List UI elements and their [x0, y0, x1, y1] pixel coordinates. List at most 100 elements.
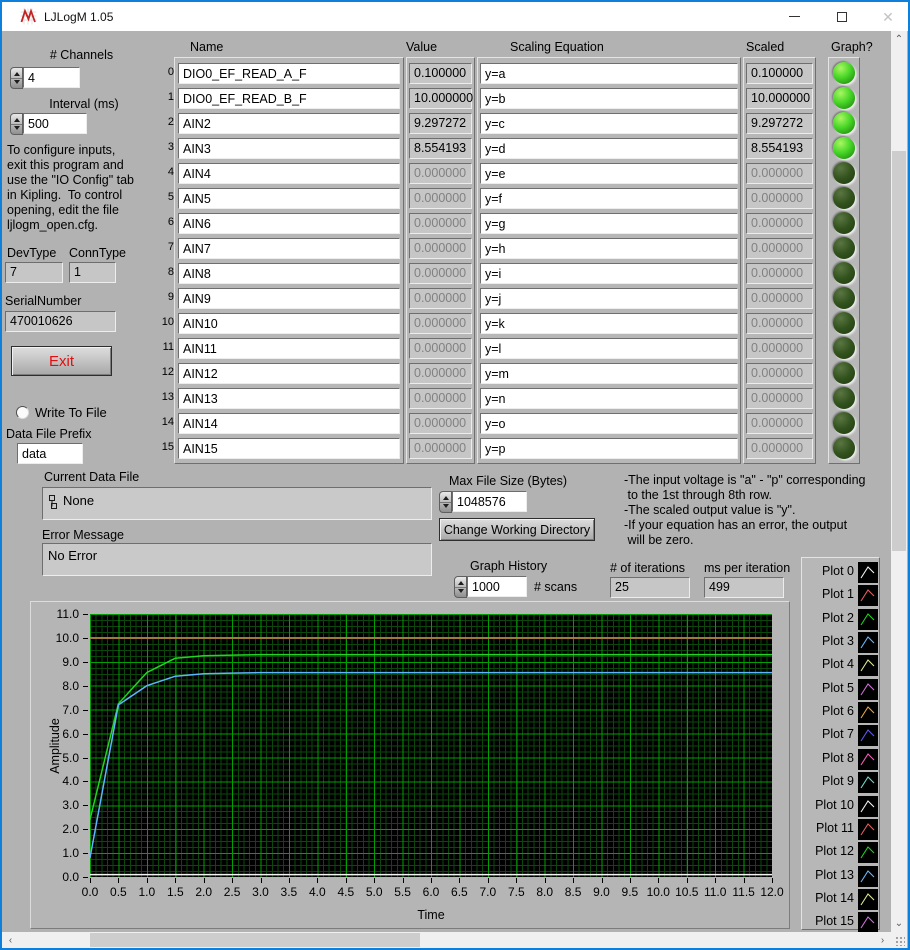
legend-item[interactable]: Plot 9 — [802, 772, 881, 794]
legend-item[interactable]: Plot 10 — [802, 796, 881, 818]
scaling-equation-input[interactable] — [480, 413, 738, 434]
channel-name-input[interactable] — [178, 288, 400, 309]
scroll-down-arrow[interactable]: ⌄ — [891, 915, 907, 932]
scaling-equation-input[interactable] — [480, 63, 738, 84]
scaling-equation-input[interactable] — [480, 163, 738, 184]
scaling-equation-input[interactable] — [480, 113, 738, 134]
scaling-equation-input[interactable] — [480, 138, 738, 159]
graph-led[interactable] — [833, 287, 855, 309]
value-field: 8.554193 — [409, 138, 472, 159]
max-file-size-spinner[interactable] — [439, 491, 452, 513]
graph-led[interactable] — [833, 262, 855, 284]
scaling-equation-input[interactable] — [480, 363, 738, 384]
channel-name-input[interactable] — [178, 313, 400, 334]
y-tick-label: 4.0 — [35, 774, 79, 788]
horizontal-scrollbar[interactable]: ‹ › — [2, 932, 891, 948]
scaling-equation-input[interactable] — [480, 338, 738, 359]
channel-name-input[interactable] — [178, 88, 400, 109]
change-working-directory-button[interactable]: Change Working Directory — [439, 518, 595, 541]
scaling-equation-input[interactable] — [480, 313, 738, 334]
channel-name-input[interactable] — [178, 138, 400, 159]
channel-name-input[interactable] — [178, 63, 400, 84]
x-tick-mark — [744, 878, 745, 883]
legend-item[interactable]: Plot 1 — [802, 585, 881, 607]
graph-led[interactable] — [833, 437, 855, 459]
graph-led[interactable] — [833, 312, 855, 334]
graph-led[interactable] — [833, 387, 855, 409]
legend-item[interactable]: Plot 4 — [802, 655, 881, 677]
graph-led[interactable] — [833, 162, 855, 184]
graph-led[interactable] — [833, 137, 855, 159]
plot-line-plot-3 — [90, 673, 772, 858]
legend-item[interactable]: Plot 13 — [802, 866, 881, 888]
graph-led[interactable] — [833, 337, 855, 359]
legend-item[interactable]: Plot 7 — [802, 725, 881, 747]
legend-item[interactable]: Plot 15 — [802, 912, 881, 934]
graph-led[interactable] — [833, 187, 855, 209]
legend-item[interactable]: Plot 3 — [802, 632, 881, 654]
vertical-scrollbar-thumb[interactable] — [892, 151, 906, 551]
devtype-field[interactable]: 7 — [5, 262, 63, 283]
conntype-field[interactable]: 1 — [69, 262, 116, 283]
interval-spinner[interactable] — [10, 113, 23, 135]
legend-item[interactable]: Plot 11 — [802, 819, 881, 841]
scaling-equation-input[interactable] — [480, 238, 738, 259]
graph-led[interactable] — [833, 237, 855, 259]
legend-item[interactable]: Plot 2 — [802, 609, 881, 631]
channel-name-input[interactable] — [178, 338, 400, 359]
exit-button[interactable]: Exit — [11, 346, 112, 376]
vertical-scrollbar[interactable]: ⌃ ⌄ — [891, 31, 907, 932]
channels-input[interactable] — [23, 67, 80, 88]
graph-history-label: Graph History — [470, 559, 547, 573]
legend-item-label: Plot 9 — [804, 774, 854, 788]
scaling-equation-input[interactable] — [480, 88, 738, 109]
channel-name-input[interactable] — [178, 113, 400, 134]
graph-led[interactable] — [833, 62, 855, 84]
interval-input[interactable] — [23, 113, 87, 134]
horizontal-scrollbar-thumb[interactable] — [90, 933, 420, 947]
graph-led[interactable] — [833, 112, 855, 134]
legend-item[interactable]: Plot 0 — [802, 562, 881, 584]
channel-name-input[interactable] — [178, 163, 400, 184]
channel-name-input[interactable] — [178, 238, 400, 259]
minimize-button[interactable] — [771, 2, 817, 31]
legend-item[interactable]: Plot 14 — [802, 889, 881, 911]
legend-item[interactable]: Plot 5 — [802, 679, 881, 701]
max-file-size-input[interactable] — [452, 491, 527, 512]
channel-name-input[interactable] — [178, 213, 400, 234]
graph-led[interactable] — [833, 362, 855, 384]
scroll-right-arrow[interactable]: › — [874, 932, 891, 948]
channel-name-input[interactable] — [178, 388, 400, 409]
channel-name-input[interactable] — [178, 413, 400, 434]
close-button[interactable]: ✕ — [865, 2, 910, 31]
channels-spinner[interactable] — [10, 67, 23, 89]
scroll-left-arrow[interactable]: ‹ — [2, 932, 19, 948]
write-to-file-radio[interactable] — [16, 406, 29, 419]
row-index: 12 — [160, 366, 174, 378]
resize-grip[interactable] — [895, 936, 905, 946]
channel-name-input[interactable] — [178, 438, 400, 459]
legend-item[interactable]: Plot 6 — [802, 702, 881, 724]
graph-led[interactable] — [833, 87, 855, 109]
legend-item[interactable]: Plot 12 — [802, 842, 881, 864]
scaling-equation-input[interactable] — [480, 388, 738, 409]
scaling-equation-input[interactable] — [480, 288, 738, 309]
graph-led[interactable] — [833, 212, 855, 234]
maximize-button[interactable] — [819, 2, 865, 31]
scroll-up-arrow[interactable]: ⌃ — [891, 31, 907, 48]
channel-name-input[interactable] — [178, 363, 400, 384]
graph-history-input[interactable] — [467, 576, 527, 597]
channel-name-input[interactable] — [178, 188, 400, 209]
interval-label: Interval (ms) — [24, 97, 144, 111]
serialnumber-field[interactable]: 470010626 — [5, 311, 116, 332]
channel-name-input[interactable] — [178, 263, 400, 284]
data-file-prefix-input[interactable] — [17, 443, 83, 464]
serialnumber-label: SerialNumber — [5, 294, 81, 308]
scaling-equation-input[interactable] — [480, 188, 738, 209]
scaling-equation-input[interactable] — [480, 263, 738, 284]
graph-led[interactable] — [833, 412, 855, 434]
graph-history-spinner[interactable] — [454, 576, 467, 598]
scaling-equation-input[interactable] — [480, 438, 738, 459]
scaling-equation-input[interactable] — [480, 213, 738, 234]
legend-item[interactable]: Plot 8 — [802, 749, 881, 771]
